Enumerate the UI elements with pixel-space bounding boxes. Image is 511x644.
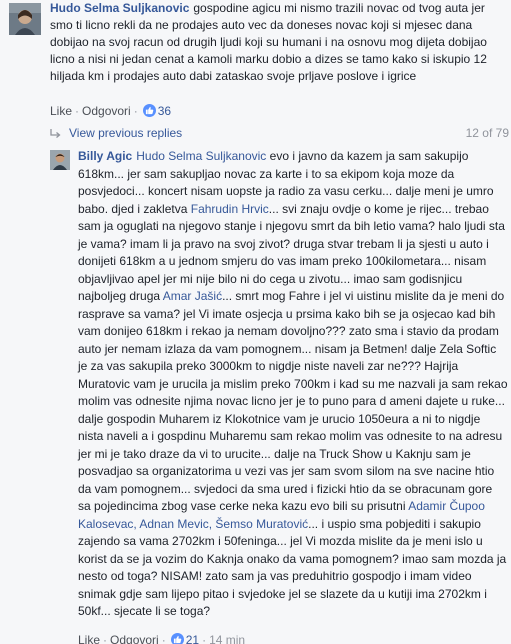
like-count[interactable]: 36 xyxy=(158,104,171,118)
avatar-photo-icon xyxy=(9,3,41,35)
reply-button[interactable]: Odgovori xyxy=(82,104,131,118)
comment-actions: Like · Odgovori · 21 · 14 min xyxy=(78,632,245,644)
like-button[interactable]: Like xyxy=(78,633,100,644)
separator-dot: · xyxy=(75,104,80,118)
comment-body: Billy Agic Hudo Selma Suljkanovic evo i j… xyxy=(78,148,508,621)
view-previous-replies-row: View previous replies 12 of 79 xyxy=(49,124,509,142)
comment-text-part: ... smrt mog Fahre i jel vi uistinu misl… xyxy=(78,289,508,513)
avatar[interactable] xyxy=(50,150,70,170)
separator-dot: · xyxy=(161,633,166,644)
replies-counter: 12 of 79 xyxy=(465,126,509,140)
comment-body: Hudo Selma Suljkanovic gospodine agicu mi… xyxy=(50,0,508,85)
like-count[interactable]: 21 xyxy=(186,633,199,644)
comment-author[interactable]: Hudo Selma Suljkanovic xyxy=(50,1,189,15)
comment-text-part: ... svi znaju ovdje o kome je rijec... t… xyxy=(78,201,505,304)
comment-text-part: ... i uspio sma pobjediti i sakupio zaje… xyxy=(78,516,507,619)
comment-actions: Like · Odgovori · 36 xyxy=(50,103,171,119)
like-reaction-icon[interactable] xyxy=(170,633,184,644)
avatar[interactable] xyxy=(9,3,41,35)
view-previous-replies-link[interactable]: View previous replies xyxy=(69,124,182,142)
mentioned-user[interactable]: Amar Jašić xyxy=(163,289,222,303)
separator-dot: · xyxy=(103,633,108,644)
comment-timestamp[interactable]: 14 min xyxy=(209,633,245,644)
mentioned-user[interactable]: Fahrudin Hrvic xyxy=(191,202,269,216)
mentioned-user[interactable]: Hudo Selma Suljkanovic xyxy=(136,149,266,163)
separator-dot: · xyxy=(133,104,138,118)
avatar-photo-icon xyxy=(50,150,70,170)
reply-arrow-icon xyxy=(49,127,61,145)
like-reaction-icon[interactable] xyxy=(142,104,156,117)
reply-button[interactable]: Odgovori xyxy=(110,633,159,644)
separator-dot: · xyxy=(202,633,207,644)
comment-author[interactable]: Billy Agic xyxy=(78,149,132,163)
like-button[interactable]: Like xyxy=(50,104,72,118)
